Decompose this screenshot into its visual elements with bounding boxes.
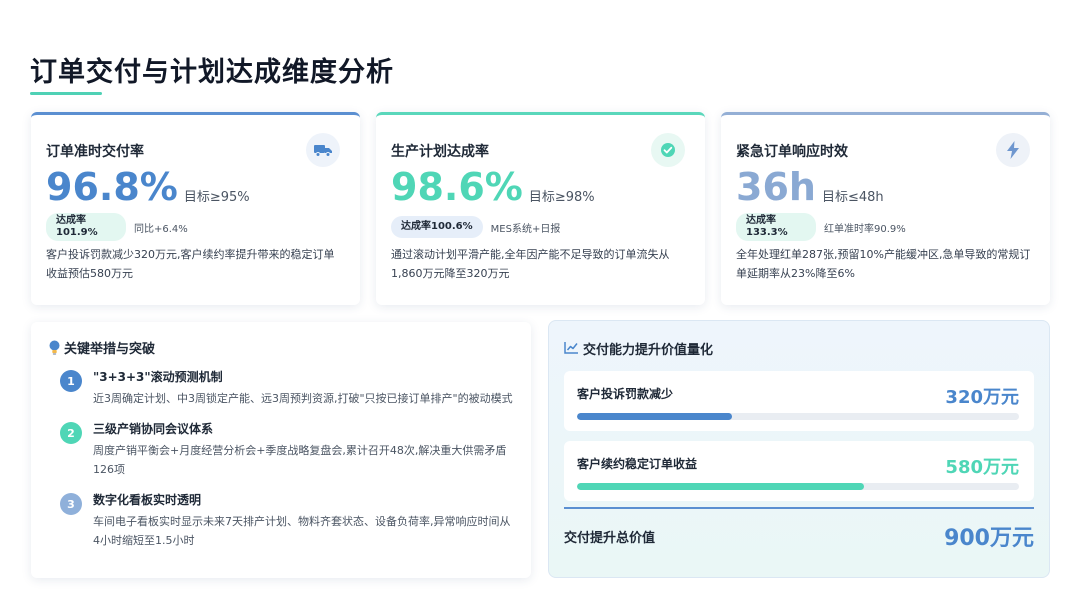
truck-icon [306,133,340,167]
measure-description: 车间电子看板实时显示未来7天排产计划、物料齐套状态、设备负荷率,异常响应时间从4… [93,515,511,547]
kpi-target: 目标≤48h [821,190,884,205]
total-value: 900万元 [944,526,1034,551]
kpi-title: 紧急订单响应时效 [736,144,848,160]
progress-fill [577,483,865,490]
total-label: 交付提升总价值 [564,530,656,546]
step-number: 2 [60,422,82,444]
check-circle-icon [651,133,685,167]
value-item-complaint-fine: 客户投诉罚款减少 320万元 [564,371,1034,431]
kpi-value: 96.8% [46,165,178,209]
achievement-badge: 达成率 101.9% [46,213,126,241]
achievement-badge: 达成率100.6% [391,216,483,238]
value-title: 交付能力提升价值量化 [583,342,714,358]
measure-title: 三级产销协同会议体系 [93,422,214,436]
progress-track [577,413,1019,420]
kpi-card-on-time-delivery: 订单准时交付率 96.8% 目标≥95% 达成率 101.9% 同比+6.4% … [31,112,360,305]
kpi-card-urgent-response: 紧急订单响应时效 36h 目标≤48h 达成率 133.3% 红单准时率90.9… [721,112,1050,305]
step-number: 3 [60,493,82,515]
kpi-value: 36h [736,165,816,209]
kpi-description: 通过滚动计划平滑产能,全年因产能不足导致的订单流失从1,860万元降至320万元 [391,248,670,280]
step-number: 1 [60,370,82,392]
kpi-note: MES系统+日报 [490,223,561,235]
value-quantification-panel: 交付能力提升价值量化 客户投诉罚款减少 320万元 客户续约稳定订单收益 580… [548,320,1050,578]
key-measures-panel: 关键举措与突破 1 "3+3+3"滚动预测机制 近3周确定计划、中3周锁定产能、… [31,322,531,578]
key-measures-heading: 关键举措与突破 [47,338,515,357]
kpi-target: 目标≥98% [528,190,595,205]
value-amount: 580万元 [945,457,1019,478]
kpi-title: 生产计划达成率 [391,144,489,160]
value-amount: 320万元 [945,387,1019,408]
value-heading: 交付能力提升价值量化 [564,339,1034,358]
title-underline [30,92,102,95]
kpi-card-plan-achievement: 生产计划达成率 98.6% 目标≥98% 达成率100.6% MES系统+日报 … [376,112,705,305]
progress-track [577,483,1019,490]
lightbulb-icon [47,339,61,355]
progress-fill [577,413,732,420]
measure-description: 周度产销平衡会+月度经营分析会+季度战略复盘会,累计召开48次,解决重大供需矛盾… [93,444,507,476]
key-measures-title: 关键举措与突破 [64,341,156,357]
kpi-value: 98.6% [391,165,523,209]
achievement-badge: 达成率 133.3% [736,213,816,241]
measure-item: 2 三级产销协同会议体系 周度产销平衡会+月度经营分析会+季度战略复盘会,累计召… [47,420,515,479]
lightning-icon [996,133,1030,167]
line-chart-icon [564,341,580,355]
kpi-description: 全年处理红单287张,预留10%产能缓冲区,急单导致的常规订单延期率从23%降至… [736,248,1031,280]
measure-item: 1 "3+3+3"滚动预测机制 近3周确定计划、中3周锁定产能、远3周预判资源,… [47,368,515,408]
kpi-note: 同比+6.4% [134,223,188,235]
measure-title: 数字化看板实时透明 [93,493,202,507]
measure-title: "3+3+3"滚动预测机制 [93,370,223,384]
value-item-renewal-revenue: 客户续约稳定订单收益 580万元 [564,441,1034,501]
kpi-note: 红单准时率90.9% [824,223,906,235]
kpi-target: 目标≥95% [183,190,250,205]
kpi-title: 订单准时交付率 [46,144,144,160]
kpi-description: 客户投诉罚款减少320万元,客户续约率提升带来的稳定订单收益预估580万元 [46,248,335,280]
measure-description: 近3周确定计划、中3周锁定产能、远3周预判资源,打破"只按已接订单排产"的被动模… [93,392,513,405]
total-value-row: 交付提升总价值 900万元 [564,507,1034,563]
page-title: 订单交付与计划达成维度分析 [30,57,394,88]
measure-item: 3 数字化看板实时透明 车间电子看板实时显示未来7天排产计划、物料齐套状态、设备… [47,491,515,550]
